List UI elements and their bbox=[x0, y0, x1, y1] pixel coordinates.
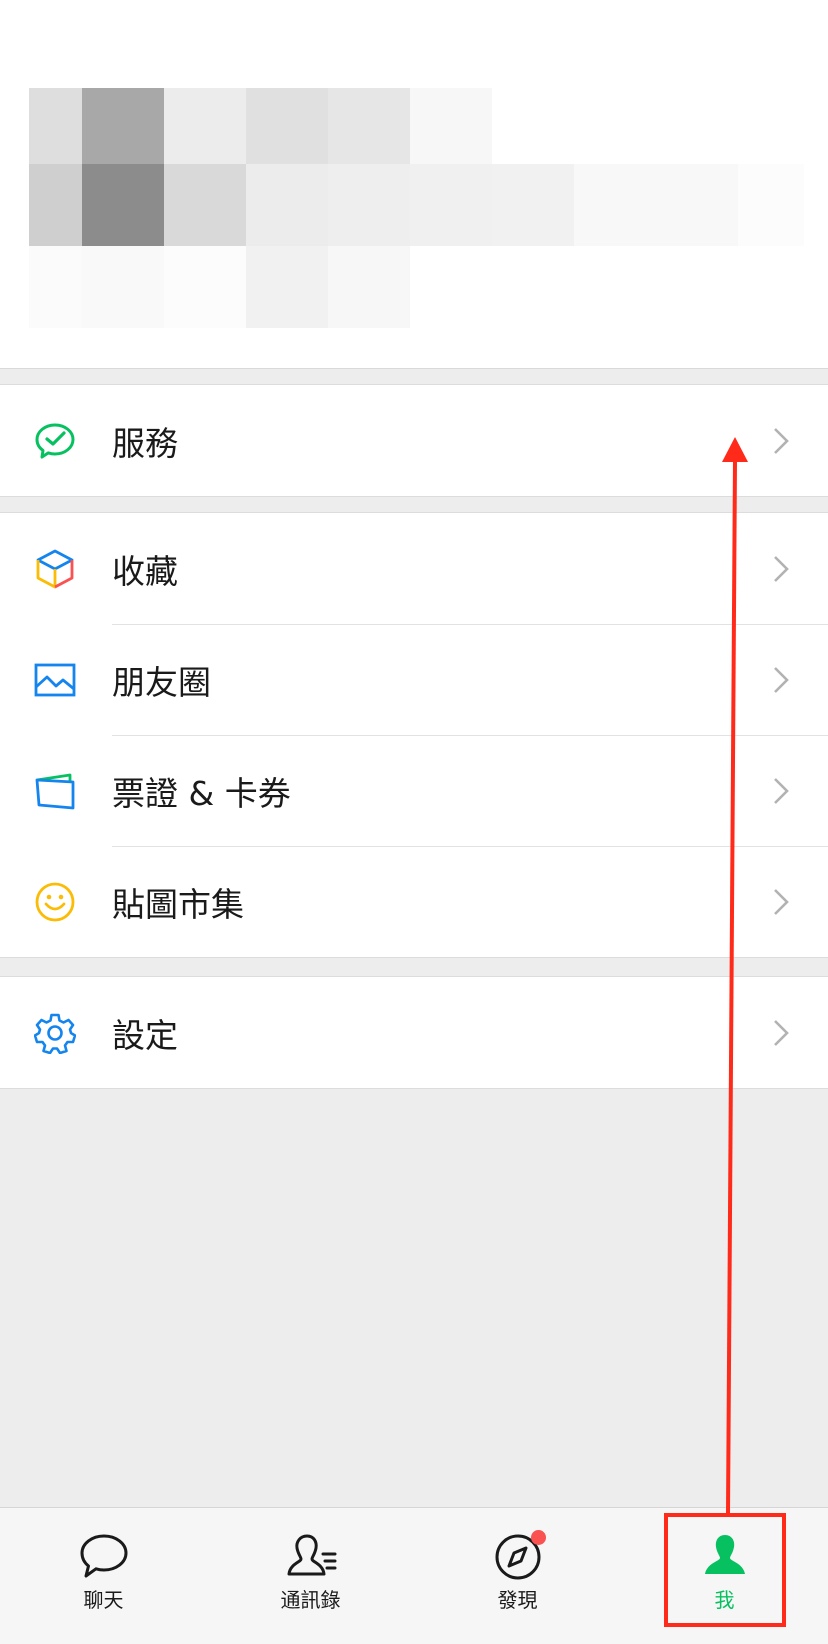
annotation-highlight-box bbox=[664, 1513, 786, 1627]
annotation-arrow bbox=[722, 437, 748, 1515]
